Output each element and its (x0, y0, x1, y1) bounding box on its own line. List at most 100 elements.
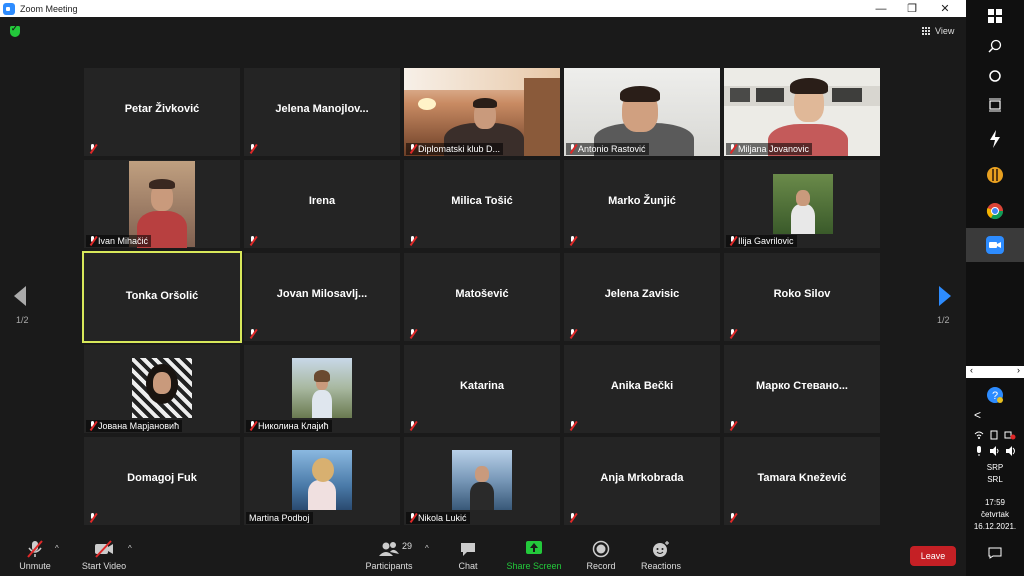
participant-name: Matošević (455, 288, 509, 300)
help-icon[interactable]: ? (966, 384, 1024, 406)
reactions-button[interactable]: Reactions (638, 532, 684, 576)
speaker-icon[interactable] (1006, 446, 1016, 456)
close-button[interactable]: ✕ (930, 0, 960, 17)
next-page-icon[interactable] (939, 286, 951, 306)
video-options-caret[interactable]: ^ (128, 544, 132, 553)
app-striped-icon[interactable] (966, 163, 1024, 187)
participant-name: Domagoj Fuk (127, 472, 197, 484)
restore-button[interactable]: ❐ (897, 0, 927, 17)
participant-name: Tonka Oršolić (125, 290, 199, 302)
muted-mic-icon (568, 236, 577, 245)
participant-name-label: Ivan Mihačić (86, 235, 152, 247)
cortana-icon[interactable] (966, 66, 1024, 86)
unmute-button[interactable]: Unmute (14, 532, 56, 576)
participant-name: Roko Silov (773, 288, 831, 300)
participant-tile[interactable]: Roko Silov (724, 253, 880, 341)
clock-time[interactable]: 17:59 (966, 498, 1024, 508)
start-video-button[interactable]: Start Video (78, 532, 130, 576)
participant-tile[interactable]: Tamara Knežević (724, 437, 880, 525)
participant-tile[interactable]: Katarina (404, 345, 560, 433)
participant-tile[interactable]: Anja Mrkobrada (564, 437, 720, 525)
participant-tile-active-speaker[interactable]: Tonka Oršolić (82, 251, 242, 343)
chrome-icon[interactable] (966, 198, 1024, 224)
participant-tile[interactable]: Jelena Manojlov... (244, 68, 400, 156)
search-icon[interactable] (966, 36, 1024, 56)
muted-mic-icon (728, 513, 737, 522)
notifications-icon[interactable] (966, 544, 1024, 562)
previous-page-icon[interactable] (14, 286, 26, 306)
profile-photo (292, 450, 352, 510)
participant-photo-tile[interactable]: Ivan Mihačić (84, 160, 240, 248)
participant-name: Irena (308, 195, 336, 207)
participant-video-tile[interactable]: Diplomatski klub D... (404, 68, 560, 156)
participant-tile[interactable]: Marko Žunjić (564, 160, 720, 248)
participant-tile[interactable]: Domagoj Fuk (84, 437, 240, 525)
participant-tile[interactable]: Марко Стевано... (724, 345, 880, 433)
encryption-shield-icon[interactable] (10, 24, 20, 37)
participant-name-label: Diplomatski klub D... (406, 143, 504, 155)
zoom-taskbar-icon[interactable] (966, 228, 1024, 262)
muted-mic-icon (568, 329, 577, 338)
record-label: Record (586, 561, 616, 571)
participant-tile[interactable]: Petar Živković (84, 68, 240, 156)
participant-video-tile[interactable]: Miljana Jovanovic (724, 68, 880, 156)
profile-photo (773, 174, 833, 234)
tray-expand-icon[interactable]: < (966, 406, 1024, 424)
volume-icon[interactable] (990, 446, 1000, 456)
muted-mic-icon (248, 144, 257, 153)
participant-tile[interactable]: Jelena Zavisic (564, 253, 720, 341)
chat-label: Chat (458, 561, 478, 571)
participant-name: Jelena Zavisic (604, 288, 680, 300)
wifi-icon[interactable] (974, 430, 984, 440)
task-view-icon[interactable] (966, 95, 1024, 115)
microphone-tray-icon[interactable] (974, 446, 984, 456)
chat-button[interactable]: Chat (450, 532, 486, 576)
profile-photo (292, 358, 352, 418)
participant-tile[interactable]: Anika Bečki (564, 345, 720, 433)
participant-tile[interactable]: Milica Tošić (404, 160, 560, 248)
battery-icon[interactable] (989, 430, 999, 440)
participant-tile[interactable]: Irena (244, 160, 400, 248)
share-screen-button[interactable]: Share Screen (504, 532, 564, 576)
participants-icon (379, 542, 399, 556)
participant-tile[interactable]: Matošević (404, 253, 560, 341)
participant-name: Milica Tošić (451, 195, 513, 207)
participant-photo-tile[interactable]: Ilija Gavrilovic (724, 160, 880, 248)
muted-mic-icon (248, 236, 257, 245)
participant-video-tile[interactable]: Antonio Rastović (564, 68, 720, 156)
view-button[interactable]: View (922, 26, 954, 36)
network-off-icon[interactable] (1004, 430, 1016, 440)
leave-button[interactable]: Leave (910, 546, 956, 566)
muted-mic-icon (408, 421, 417, 430)
tray-icons-row-1 (974, 430, 1016, 444)
keyboard-layout-indicator[interactable]: SRL (966, 475, 1024, 485)
muted-mic-icon (408, 513, 417, 522)
grid-view-icon (922, 26, 931, 36)
record-button[interactable]: Record (582, 532, 620, 576)
window-title: Zoom Meeting (20, 3, 78, 14)
muted-mic-icon (568, 421, 577, 430)
unmute-label: Unmute (19, 561, 51, 571)
record-icon (592, 540, 610, 558)
participant-name-label: Martina Podboj (246, 512, 313, 524)
windows-start-icon[interactable] (966, 6, 1024, 26)
participant-photo-tile[interactable]: Јована Марјановић (84, 345, 240, 433)
language-indicator[interactable]: SRP (966, 463, 1024, 473)
participant-name: Марко Стевано... (756, 380, 848, 392)
participant-name: Marko Žunjić (608, 195, 676, 207)
app-lightning-icon[interactable] (966, 128, 1024, 150)
participants-button[interactable]: 29 Participants (362, 532, 416, 576)
clock-date: 16.12.2021. (973, 522, 1017, 531)
scroll-strip[interactable]: ‹ › (966, 365, 1024, 378)
minimize-button[interactable]: — (866, 0, 896, 17)
participants-options-caret[interactable]: ^ (425, 544, 429, 553)
participant-photo-tile[interactable]: Nikola Lukić (404, 437, 560, 525)
participant-tile[interactable]: Jovan Milosavlj... (244, 253, 400, 341)
muted-mic-icon (728, 421, 737, 430)
muted-mic-icon (408, 329, 417, 338)
participant-photo-tile[interactable]: Martina Podboj (244, 437, 400, 525)
audio-options-caret[interactable]: ^ (55, 544, 59, 553)
participant-name: Anika Bečki (610, 380, 674, 392)
participant-photo-tile[interactable]: Николина Клајић (244, 345, 400, 433)
zoom-window: Zoom Meeting — ❐ ✕ View 1/2 1/2 Petar Ži… (0, 0, 966, 576)
